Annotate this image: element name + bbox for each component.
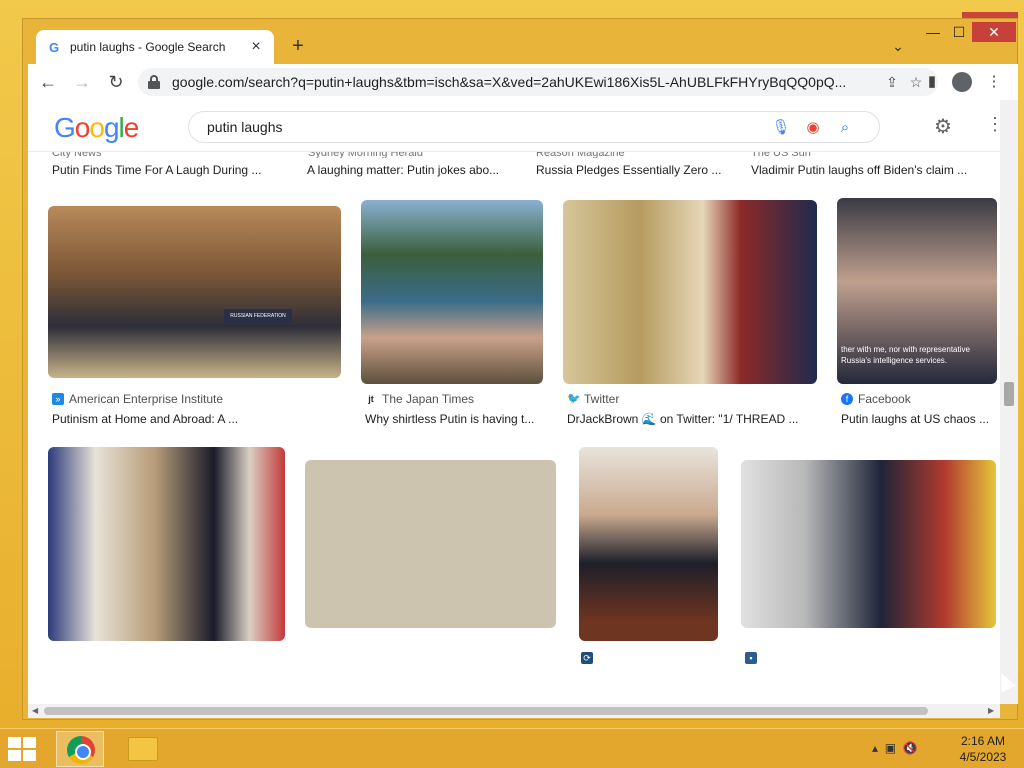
vertical-scrollbar[interactable]	[1000, 100, 1018, 704]
side-panel-icon[interactable]: ▮	[918, 68, 946, 96]
search-query[interactable]: putin laughs	[207, 119, 765, 135]
microphone-icon[interactable]: 🎙	[765, 118, 797, 136]
forward-button[interactable]: →	[68, 68, 96, 96]
result-image-lavrov[interactable]: ther with me, nor with representative Ru…	[837, 198, 997, 384]
tab-strip: G putin laughs - Google Search × + ⌄	[28, 26, 1018, 64]
result-source-label: The Japan Times	[382, 392, 475, 406]
url-text[interactable]: google.com/search?q=putin+laughs&tbm=isc…	[172, 74, 880, 90]
aei-favicon-icon: »	[52, 393, 64, 405]
share-icon[interactable]: ⇪	[880, 74, 904, 91]
nameplate-text: RUSSIAN FEDERATION	[224, 309, 292, 323]
result-title[interactable]: Why shirtless Putin is having t...	[365, 412, 541, 426]
folder-icon	[128, 737, 158, 761]
result-image-shirtless[interactable]	[361, 200, 543, 384]
site-favicon-icon: ▪	[745, 652, 757, 664]
video-caption: ther with me, nor with representative Ru…	[841, 345, 970, 365]
result-title[interactable]: Russia Pledges Essentially Zero ...	[536, 163, 736, 177]
japan-times-favicon-icon: jt	[368, 394, 374, 404]
result-image-putin-biden[interactable]	[563, 200, 817, 384]
result-image-un-assembly[interactable]: RUSSIAN FEDERATION	[48, 206, 341, 378]
back-button[interactable]: ←	[34, 68, 62, 96]
result-source[interactable]: The US Sun	[751, 152, 951, 158]
chrome-icon	[67, 736, 95, 764]
profile-avatar-icon[interactable]	[948, 68, 976, 96]
result-title[interactable]: Putin Finds Time For A Laugh During ...	[52, 163, 282, 177]
search-icon[interactable]: ⌕	[829, 119, 861, 136]
result-source-icon[interactable]: ⟳	[581, 652, 598, 664]
twitter-bird-icon: 🐦	[567, 393, 581, 405]
result-source[interactable]: City News	[52, 152, 272, 158]
browser-toolbar: ← → ↻ google.com/search?q=putin+laughs&t…	[28, 64, 1018, 100]
tab-title: putin laughs - Google Search	[70, 40, 226, 54]
horizontal-scrollbar[interactable]: ◀ ▶	[28, 704, 1000, 718]
result-source-label: Twitter	[584, 392, 620, 406]
clock-time: 2:16 AM	[960, 734, 1006, 748]
google-favicon-icon: G	[48, 39, 60, 55]
browser-tab[interactable]: G putin laughs - Google Search ×	[36, 30, 274, 64]
result-source[interactable]: 🐦 Twitter	[567, 392, 619, 406]
scroll-left-icon[interactable]: ◀	[32, 706, 38, 715]
page-content: Google putin laughs 🎙 ◉ ⌕ ⚙ ⋮⋮ City News…	[28, 100, 1000, 704]
scroll-right-icon[interactable]: ▶	[988, 706, 994, 715]
windows-start-button[interactable]	[8, 737, 38, 763]
tab-close-icon[interactable]: ×	[248, 38, 264, 56]
result-source[interactable]: f Facebook	[841, 392, 911, 406]
result-source-label: Facebook	[858, 392, 911, 406]
google-header: Google putin laughs 🎙 ◉ ⌕ ⚙ ⋮⋮	[28, 100, 1000, 152]
result-image-putin-trump[interactable]	[48, 447, 285, 641]
result-source[interactable]: Reason Magazine	[536, 152, 736, 158]
result-title[interactable]: A laughing matter: Putin jokes abo...	[307, 163, 517, 177]
system-clock[interactable]: 2:16 AM 4/5/2023	[948, 733, 1018, 765]
search-input[interactable]: putin laughs 🎙 ◉ ⌕	[188, 111, 880, 143]
camera-lens-icon[interactable]: ◉	[797, 118, 829, 136]
result-source-label: American Enterprise Institute	[69, 392, 224, 406]
tray-arrow-icon[interactable]: ▴	[872, 741, 878, 755]
result-source[interactable]: » American Enterprise Institute	[52, 392, 223, 406]
settings-gear-icon[interactable]: ⚙	[934, 114, 952, 139]
network-icon[interactable]: ▣	[885, 741, 896, 755]
result-title[interactable]: Putin laughs at US chaos ...	[841, 412, 997, 426]
volume-muted-icon[interactable]: 🔇	[903, 741, 918, 755]
google-apps-icon[interactable]: ⋮⋮	[986, 114, 1000, 135]
result-source-icon[interactable]: ▪	[745, 652, 762, 664]
site-favicon-icon: ⟳	[581, 652, 593, 664]
vertical-scroll-thumb[interactable]	[1004, 382, 1014, 406]
new-tab-button[interactable]: +	[286, 34, 310, 58]
taskbar: ▴ ▣ 🔇 2:16 AM 4/5/2023	[0, 728, 1024, 768]
address-bar[interactable]: google.com/search?q=putin+laughs&tbm=isc…	[138, 68, 938, 96]
result-image-placeholder[interactable]	[305, 460, 556, 628]
result-title[interactable]: Putinism at Home and Abroad: A ...	[52, 412, 312, 426]
taskbar-chrome[interactable]	[56, 731, 104, 767]
result-title[interactable]: DrJackBrown 🌊 on Twitter: "1/ THREAD ...	[567, 412, 803, 426]
result-title[interactable]: Vladimir Putin laughs off Biden's claim …	[751, 163, 991, 177]
reload-button[interactable]: ↻	[102, 68, 130, 96]
lock-icon[interactable]	[148, 75, 160, 89]
facebook-icon: f	[841, 393, 853, 405]
tab-search-button[interactable]: ⌄	[886, 34, 910, 58]
result-source[interactable]: Sydney Morning Herald	[308, 152, 528, 158]
google-logo[interactable]: Google	[54, 112, 139, 144]
horizontal-scroll-thumb[interactable]	[44, 707, 928, 715]
chrome-menu-icon[interactable]: ⋮	[980, 68, 1008, 96]
result-image-putin-podium[interactable]	[579, 447, 718, 641]
clock-date: 4/5/2023	[959, 750, 1007, 764]
result-source[interactable]: jt The Japan Times	[365, 392, 474, 406]
result-image-putin-flag[interactable]	[741, 460, 996, 628]
system-tray[interactable]: ▴ ▣ 🔇	[872, 741, 918, 755]
taskbar-file-explorer[interactable]	[118, 731, 166, 767]
